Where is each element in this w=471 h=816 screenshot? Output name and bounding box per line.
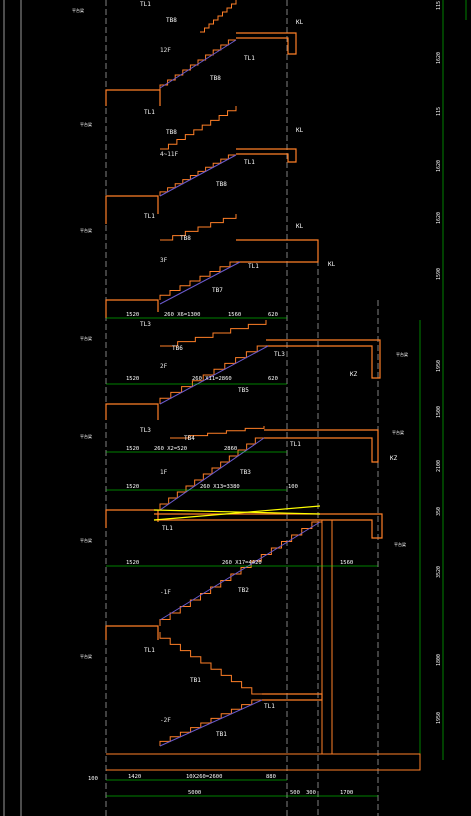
dim-bot-2: 10X260=2600: [186, 774, 222, 780]
label-pt-1: 平台梁: [72, 7, 84, 13]
label-tb8c: TB8: [180, 235, 191, 242]
label-pt-3: 平台梁: [80, 227, 92, 233]
floor-label-4-11f: 4~11F: [160, 151, 178, 158]
dim-2f-up-0: 1520: [126, 312, 139, 318]
label-tl1-top: TL1: [140, 1, 151, 8]
dim-2f-lo-1: 260 X11=2860: [192, 376, 232, 382]
label-tb8: TB8: [166, 129, 177, 136]
svg-text:1620: 1620: [436, 212, 442, 224]
label-tb9: TB8: [210, 75, 221, 82]
floor-label-12f: 12F: [160, 47, 171, 54]
label-tb4: TB4: [184, 435, 195, 442]
svg-text:1620: 1620: [436, 52, 442, 64]
svg-text:1620: 1620: [436, 160, 442, 172]
dim-bot-0: 100: [88, 776, 98, 782]
label-pt-2: 平台梁: [80, 121, 92, 127]
floor-label-2f: 2F: [160, 363, 168, 370]
label-tl1-8: TL1: [144, 647, 155, 654]
label-pt-6: 平台梁: [80, 433, 92, 439]
label-tl1-5: TL1: [248, 263, 259, 270]
label-tl3-2: TL3: [274, 351, 285, 358]
label-pt-7: 平台梁: [392, 429, 404, 435]
label-tl1-1: TL1: [244, 55, 255, 62]
dim-tot-1: 500: [290, 790, 300, 796]
label-tl1-6: TL1: [290, 441, 301, 448]
dim-b1-2: 1560: [340, 560, 353, 566]
dim-tot-3: 1700: [340, 790, 353, 796]
label-kl-4: KL: [328, 261, 336, 268]
label-pt-4: 平台梁: [80, 335, 92, 341]
label-tb6: TB6: [172, 345, 183, 352]
dim-b1-1: 260 X17=4420: [222, 560, 262, 566]
dim-tot-2: 300: [306, 790, 316, 796]
label-tb5: TB5: [238, 387, 249, 394]
label-tl1-7: TL1: [162, 525, 173, 532]
label-tl1-3: TL1: [244, 159, 255, 166]
label-tl3-1: TL3: [140, 321, 151, 328]
svg-text:115: 115: [436, 1, 442, 10]
floor-label-1f: 1F: [160, 469, 168, 476]
label-tb7: TB7: [212, 287, 223, 294]
label-pt-9: 平台梁: [394, 541, 406, 547]
svg-text:2100: 2100: [436, 460, 442, 472]
label-kl-1: KL: [296, 19, 304, 26]
label-pt-5: 平台梁: [396, 351, 408, 357]
floor-label-3f: 3F: [160, 257, 168, 264]
label-kl-3: KL: [296, 223, 304, 230]
svg-text:1590: 1590: [436, 268, 442, 280]
label-tb8b: TB8: [216, 181, 227, 188]
dim-2f-lo-0: 1520: [126, 376, 139, 382]
label-tl1-9: TL1: [264, 703, 275, 710]
label-tl1-4: TL1: [144, 213, 155, 220]
canvas-background: [0, 0, 471, 816]
dim-1f-up-0: 1520: [126, 446, 139, 452]
label-tb1-a: TB1: [190, 677, 201, 684]
label-tl1-2: TL1: [144, 109, 155, 116]
floor-label-b2f: -2F: [160, 717, 171, 724]
dim-2f-up-1: 260 X6=1300: [164, 312, 200, 318]
dim-b1-0: 1520: [126, 560, 139, 566]
svg-text:1950: 1950: [436, 712, 442, 724]
label-pt-8: 平台梁: [80, 537, 92, 543]
label-kz-2: KZ: [390, 455, 398, 462]
label-pt-10: 平台梁: [80, 653, 92, 659]
label-tb2: TB2: [238, 587, 249, 594]
svg-text:3520: 3520: [436, 566, 442, 578]
svg-text:1800: 1800: [436, 654, 442, 666]
dim-2f-up-2: 1560: [228, 312, 241, 318]
svg-text:115: 115: [436, 107, 442, 116]
dim-1f-lo-1: 260 X13=3380: [200, 484, 240, 490]
label-tb1-b: TB1: [216, 731, 227, 738]
dim-tot-0: 5000: [188, 790, 201, 796]
dim-1f-lo-2: 100: [288, 484, 298, 490]
dim-bot-3: 880: [266, 774, 276, 780]
label-kl-2: KL: [296, 127, 304, 134]
floor-label-b1f: -1F: [160, 589, 171, 596]
svg-text:1950: 1950: [436, 360, 442, 372]
label-tb3: TB3: [240, 469, 251, 476]
svg-text:1500: 1500: [436, 406, 442, 418]
dim-bot-1: 1420: [128, 774, 141, 780]
dim-1f-up-2: 2860: [224, 446, 237, 452]
svg-text:350: 350: [436, 507, 442, 516]
label-tl3-3: TL3: [140, 427, 151, 434]
stair-section-drawing: 12F 4~11F 3F 2F 1F -1F -2F TL1 TB8 KL TL…: [0, 0, 471, 816]
dim-2f-up-3: 620: [268, 312, 278, 318]
label-kz-1: KZ: [350, 371, 358, 378]
label-tb10: TB8: [166, 17, 177, 24]
dim-1f-lo-0: 1520: [126, 484, 139, 490]
dim-2f-lo-2: 620: [268, 376, 278, 382]
dim-1f-up-1: 260 X2=520: [154, 446, 187, 452]
